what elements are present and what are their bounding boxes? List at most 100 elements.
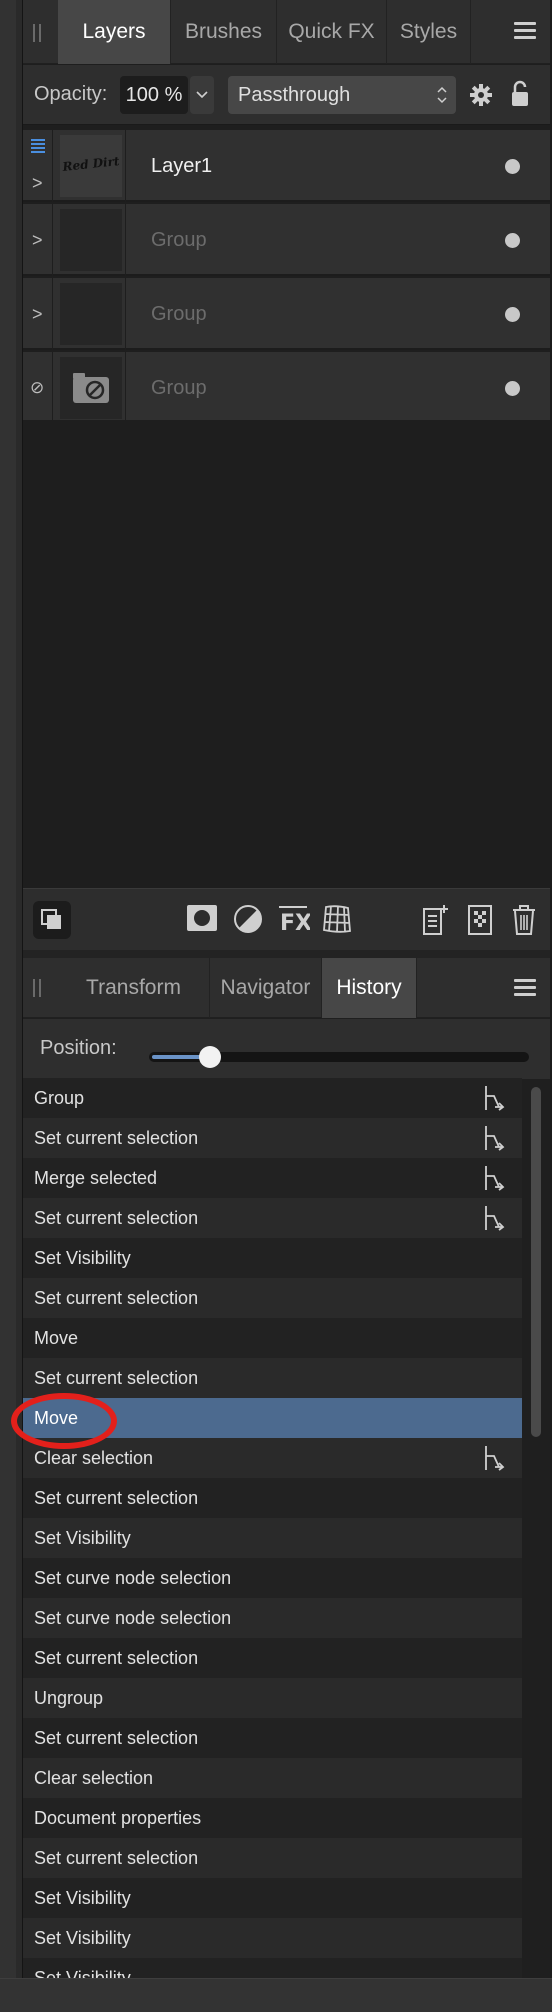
history-item[interactable]: Group (23, 1078, 522, 1118)
history-item[interactable]: Set current selection (23, 1278, 522, 1318)
history-item[interactable]: Set current selection (23, 1478, 522, 1518)
visibility-dot-icon[interactable] (505, 381, 520, 396)
panel-grip-icon[interactable] (33, 979, 43, 997)
lock-icon[interactable] (510, 80, 530, 108)
history-item[interactable]: Set Visibility (23, 1518, 522, 1558)
opacity-label: Opacity: (34, 83, 108, 105)
visibility-dot-icon[interactable] (505, 307, 520, 322)
position-slider-knob[interactable] (199, 1046, 221, 1068)
svg-text:FX: FX (280, 911, 310, 935)
history-item[interactable]: Move (23, 1318, 522, 1358)
history-item-label: Set Visibility (34, 1888, 131, 1908)
layer-name: Group (151, 377, 207, 399)
branch-icon (485, 1446, 505, 1471)
list-lines-icon (31, 139, 45, 153)
tab-navigator[interactable]: Navigator (210, 958, 322, 1018)
layer-expander[interactable]: > (23, 278, 53, 350)
history-item-label: Set current selection (34, 1648, 199, 1668)
gear-icon[interactable] (469, 83, 493, 107)
history-item[interactable]: Set current selection (23, 1358, 522, 1398)
layer-expander[interactable]: > (23, 130, 53, 202)
history-item-label: Set Visibility (34, 1248, 131, 1268)
history-item-label: Set current selection (34, 1488, 199, 1508)
prohibited-icon: ⊘ (30, 378, 45, 397)
history-item[interactable]: Set current selection (23, 1118, 522, 1158)
layer-thumbnail-cell (53, 204, 126, 276)
history-item[interactable]: Set Visibility (23, 1958, 522, 1978)
tab-brushes[interactable]: Brushes (171, 0, 277, 64)
position-label: Position: (40, 1037, 117, 1059)
history-item-label: Ungroup (34, 1688, 104, 1708)
mask-icon[interactable] (186, 903, 218, 933)
history-item[interactable]: Set current selection (23, 1838, 522, 1878)
history-item[interactable]: Clear selection (23, 1438, 522, 1478)
chevron-down-icon (196, 91, 208, 99)
blend-mode-select[interactable]: Passthrough (228, 76, 456, 114)
position-bar: Position: (23, 1019, 550, 1079)
layer-thumbnail-cell (53, 278, 126, 350)
history-item[interactable]: Document properties (23, 1798, 522, 1838)
history-item[interactable]: Set Visibility (23, 1238, 522, 1278)
opacity-field[interactable]: 100 % (120, 76, 188, 114)
fx-icon[interactable]: FX (276, 903, 310, 935)
left-edge-panel (0, 0, 23, 2012)
panel-menu-icon[interactable] (514, 979, 536, 997)
history-item-label: Set current selection (34, 1848, 199, 1868)
layer-expander[interactable]: > (23, 204, 53, 276)
history-item[interactable]: Set current selection (23, 1718, 522, 1758)
history-item[interactable]: Set Visibility (23, 1878, 522, 1918)
layer-row-group-3[interactable]: ⊘ Group (23, 352, 550, 424)
chevron-right-icon: > (32, 230, 43, 250)
history-item-label: Set curve node selection (34, 1608, 232, 1628)
blend-mode-value: Passthrough (238, 84, 351, 106)
layer-row-layer1[interactable]: > Red Dirt Layer1 (23, 130, 550, 202)
tab-layers[interactable]: Layers (58, 0, 171, 64)
chevron-right-icon: > (32, 173, 43, 193)
history-item-label: Set curve node selection (34, 1568, 232, 1588)
layer-stack-icon[interactable] (33, 901, 71, 939)
layer-thumbnail (60, 283, 122, 345)
history-item[interactable]: Set curve node selection (23, 1598, 522, 1638)
adjustment-icon[interactable] (232, 903, 264, 935)
history-scrollbar[interactable] (529, 1083, 543, 1978)
panel-divider[interactable] (23, 950, 550, 958)
history-panel: Transform Navigator History Position: Gr… (23, 958, 550, 1978)
layer-name: Layer1 (151, 155, 213, 177)
layer-thumbnail: Red Dirt (60, 135, 122, 197)
tab-history[interactable]: History (322, 958, 417, 1018)
panel-grip-icon[interactable] (33, 24, 43, 42)
position-slider[interactable] (149, 1046, 529, 1068)
thumbnail-logo: Red Dirt (61, 154, 121, 174)
history-item[interactable]: Set Visibility (23, 1918, 522, 1958)
visibility-dot-icon[interactable] (505, 159, 520, 174)
layer-expander[interactable]: ⊘ (23, 352, 53, 424)
visibility-dot-icon[interactable] (505, 233, 520, 248)
layer-row-group-1[interactable]: > Group (23, 204, 550, 276)
tab-quick-fx[interactable]: Quick FX (277, 0, 387, 64)
history-tabbar: Transform Navigator History (23, 958, 550, 1018)
history-item-label: Set Visibility (34, 1968, 131, 1978)
history-scrollbar-thumb[interactable] (531, 1087, 541, 1437)
history-item-label: Set current selection (34, 1208, 199, 1228)
add-pixel-layer-icon[interactable] (466, 903, 494, 937)
layer-row-group-2[interactable]: > Group (23, 278, 550, 350)
history-item[interactable]: Set current selection (23, 1198, 522, 1238)
history-item[interactable]: Ungroup (23, 1678, 522, 1718)
tab-transform[interactable]: Transform (58, 958, 210, 1018)
history-list: Group Set current selection Merge selected… (23, 1078, 522, 1978)
history-item[interactable]: Clear selection (23, 1758, 522, 1798)
history-item-label: Clear selection (34, 1448, 154, 1468)
history-item-label: Set current selection (34, 1368, 199, 1388)
branch-icon (485, 1166, 505, 1191)
layer-name: Group (151, 229, 207, 251)
opacity-dropdown-button[interactable] (190, 76, 214, 114)
trash-icon[interactable] (511, 903, 537, 937)
history-item[interactable]: Set curve node selection (23, 1558, 522, 1598)
history-item[interactable]: Set current selection (23, 1638, 522, 1678)
live-filter-icon[interactable] (320, 903, 354, 935)
history-item[interactable]: Merge selected (23, 1158, 522, 1198)
tab-styles[interactable]: Styles (387, 0, 471, 64)
panel-menu-icon[interactable] (514, 22, 536, 40)
opacity-bar: Opacity: 100 % Passthrough (23, 65, 550, 125)
add-layer-icon[interactable] (421, 903, 451, 937)
